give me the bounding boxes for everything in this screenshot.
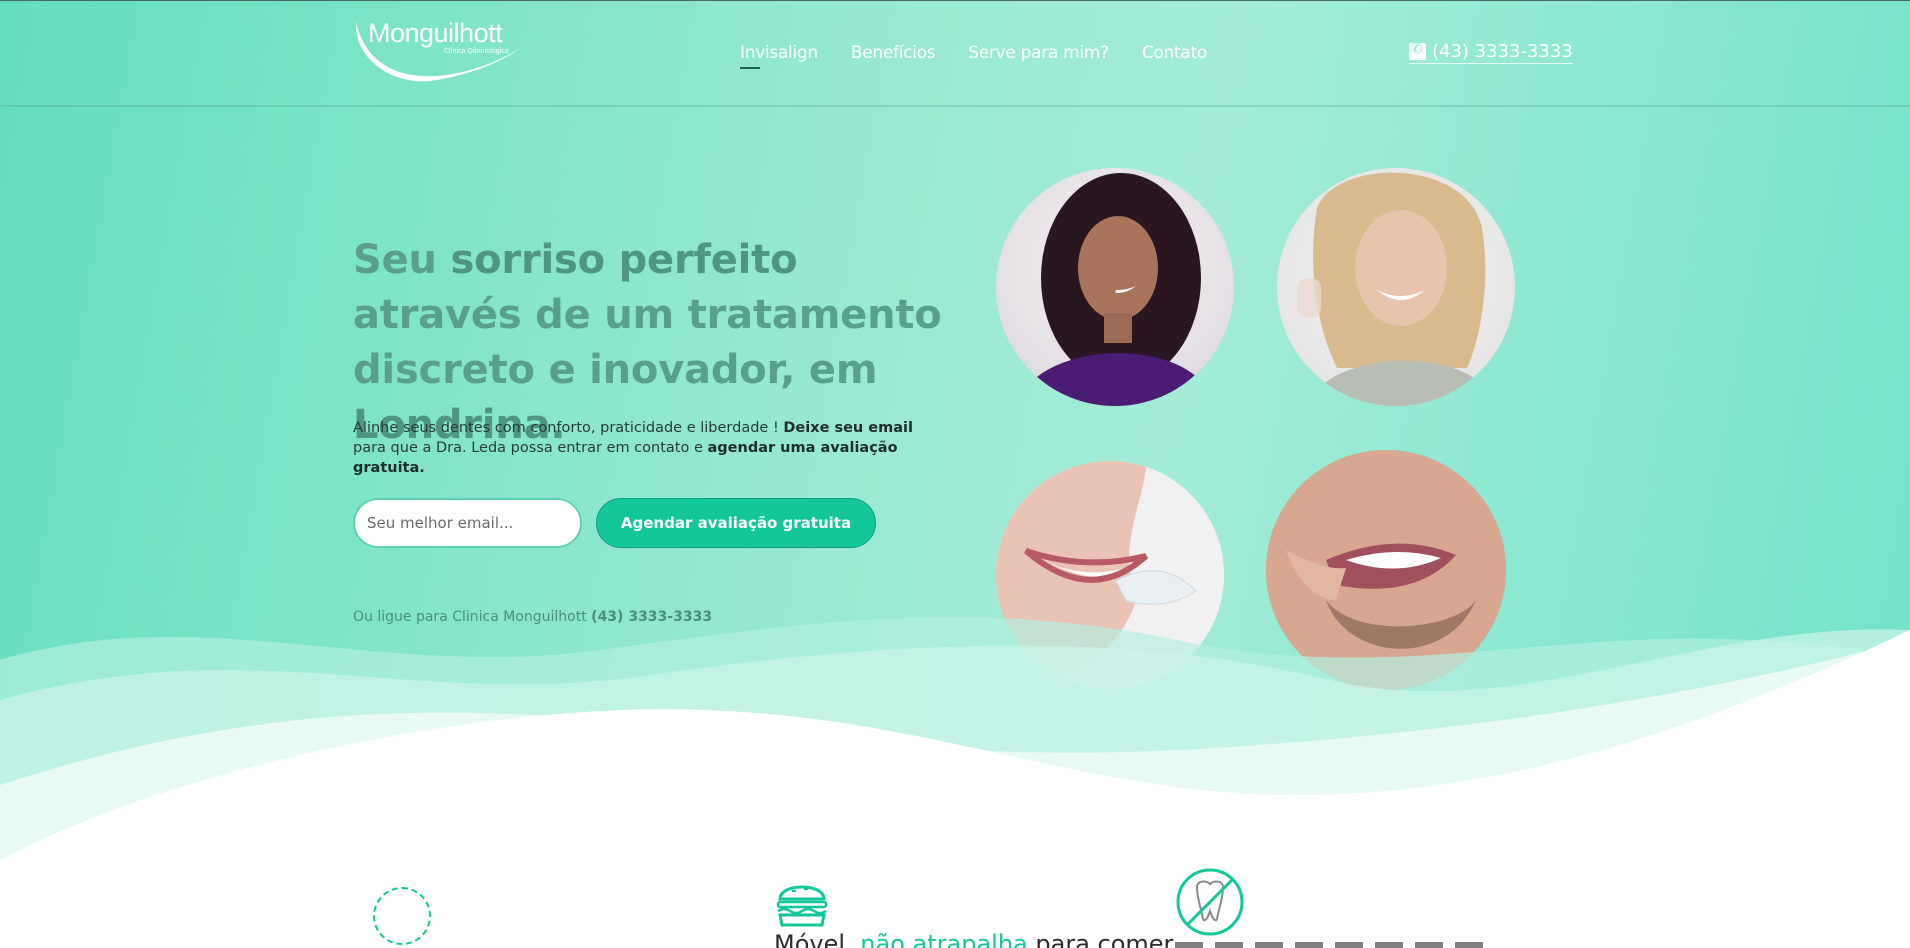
headline-highlight-1: sorriso perfeito [450,237,798,283]
feature-removable-text: Móvel, não atrapalha para comer [774,930,1173,948]
photo-woman-blonde-image [1297,172,1497,406]
hero-section: Monguilhott Clínica Odontológica Invisal… [0,0,1910,948]
logo-name: Monguilhott [368,18,503,48]
photo-woman-curly-hair [996,168,1234,406]
no-tooth-icon [1176,868,1244,936]
subtext-part-1: Alinhe seus dentes com conforto, pratici… [353,420,784,436]
nav-item-serve-para-mim[interactable]: Serve para mim? [968,43,1109,63]
photo-woman-blonde [1277,168,1515,406]
nav-item-invisalign[interactable]: Invisalign [740,43,818,69]
main-nav: Invisalign Benefícios Serve para mim? Co… [740,43,1207,69]
feature-text-cropped [1175,934,1555,948]
dashed-circle-icon [373,887,431,945]
photo-woman-curly-hair-image [1016,173,1216,406]
subtext-part-3: para que a Dra. Leda possa entrar em con… [353,440,708,456]
logo-subtitle: Clínica Odontológica [444,48,509,55]
header-phone-number: (43) 3333-3333 [1432,41,1573,62]
headline-part-1: Seu [353,237,451,283]
phone-icon [1409,41,1426,60]
subtext-bold-1: Deixe seu email [783,420,913,436]
burger-icon [776,885,828,927]
feature-text-part-1: Móvel, [774,930,861,948]
decorative-waves [0,617,1910,948]
top-border [0,0,1910,1]
feature-text-cropped-line [1175,942,1495,948]
headline-part-3: através de um tratamento discreto e inov… [353,292,942,393]
nav-item-contato[interactable]: Contato [1142,43,1207,63]
header-divider [0,105,1910,107]
header-phone-link[interactable]: (43) 3333-3333 [1409,41,1573,64]
hero-subtext: Alinhe seus dentes com conforto, pratici… [353,418,913,478]
nav-item-beneficios[interactable]: Benefícios [851,43,936,63]
schedule-evaluation-button[interactable]: Agendar avaliação gratuita [596,498,876,548]
feature-text-part-3: para comer [1027,930,1174,948]
email-input[interactable] [353,498,582,548]
logo[interactable]: Monguilhott Clínica Odontológica [352,18,524,90]
feature-text-highlight: não atrapalha [860,930,1028,948]
